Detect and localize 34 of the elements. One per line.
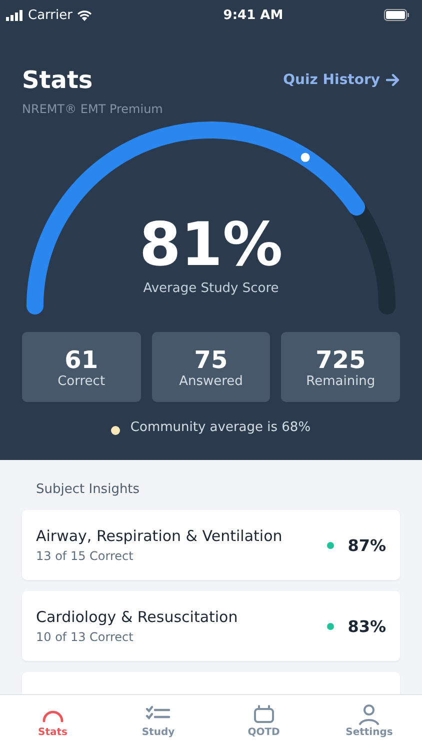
subject-detail: 13 of 15 Correct [36, 549, 134, 563]
carrier-name: Carrier [28, 8, 72, 22]
signal-icon [6, 10, 23, 20]
subject-percent: 87% [348, 536, 386, 554]
average-score: 81% [139, 215, 283, 275]
subject-detail: 10 of 13 Correct [36, 630, 134, 644]
subject-title: Cardiology & Resuscitation [36, 608, 238, 626]
community-average: Community average is 68% [130, 420, 311, 435]
status-time: 9:41 AM [223, 8, 284, 22]
community-dot [111, 426, 120, 435]
subject-title: Airway, Respiration & Ventilation [36, 527, 282, 545]
stat-label: Correct [58, 374, 106, 388]
tab[interactable]: Stats [0, 695, 106, 750]
community-marker [300, 152, 310, 162]
subject-card[interactable]: Airway, Respiration & Ventilation 13 of 15 Correct 87% [22, 510, 400, 580]
tab[interactable]: QOTD [211, 695, 316, 750]
stat-label: Answered [179, 374, 243, 388]
stat-value: 725 [316, 346, 366, 374]
stat-label: Remaining [306, 374, 376, 388]
arrow-icon [386, 73, 400, 87]
score-label: Average Study Score [143, 281, 279, 296]
tab[interactable]: Study [106, 695, 211, 750]
stat-value: 61 [64, 346, 98, 374]
subject-percent: 83% [348, 616, 386, 636]
subject-card[interactable] [22, 672, 400, 694]
subtitle: NREMT® EMT Premium [22, 102, 163, 116]
wifi-icon [77, 10, 92, 20]
tab[interactable]: Settings [316, 695, 422, 750]
subject-card[interactable]: Cardiology & Resuscitation 10 of 13 Correct 83% [22, 591, 400, 661]
stat-value: 75 [194, 346, 228, 374]
battery-icon [384, 9, 410, 21]
page-title: Stats [22, 66, 94, 94]
section-heading: Subject Insights [36, 482, 141, 497]
quiz-history-link[interactable]: Quiz History [283, 72, 400, 88]
